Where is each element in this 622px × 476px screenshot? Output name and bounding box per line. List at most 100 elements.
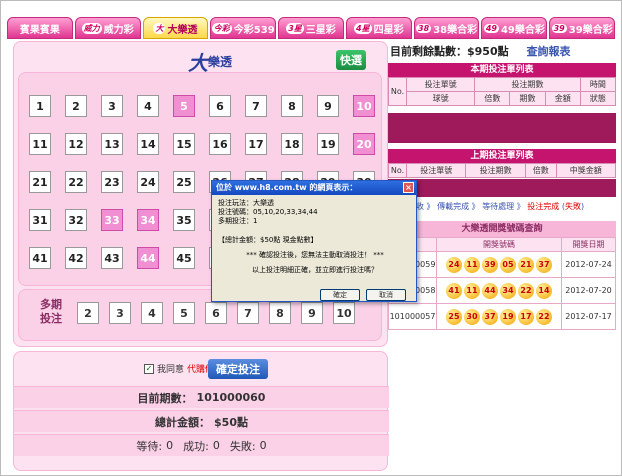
number-23[interactable]: 23 [101,171,123,193]
tab-label: 大樂透 [167,24,198,36]
number-13[interactable]: 13 [101,133,123,155]
multi-period-10[interactable]: 10 [333,302,355,324]
last-col-prize: 中獎金額 [555,163,617,178]
number-2[interactable]: 2 [65,95,87,117]
col-status: 狀態 [579,91,617,106]
tab-label: 威力彩 [103,24,134,36]
number-25[interactable]: 25 [173,171,195,193]
tab-1[interactable]: 威力 威力彩 [74,17,141,39]
legend-complete: 投注完成 [527,202,560,211]
number-10[interactable]: 10 [353,95,375,117]
dialog-body: 投注玩法：大樂透 投注號碼：05,10,20,33,34,44 多期投注：1 【… [218,199,412,275]
close-icon[interactable]: × [403,182,414,193]
draw-row: 1010000592411390521372012-07-24 [388,251,616,278]
draw-date: 2012-07-17 [561,303,616,330]
number-18[interactable]: 18 [281,133,303,155]
last-bets-heading: 上期投注單列表 [388,149,616,163]
logo-small: 樂透 [208,54,233,69]
dialog-cancel-button[interactable]: 取消 [366,289,406,301]
number-3[interactable]: 3 [101,95,123,117]
number-33[interactable]: 33 [101,209,123,231]
number-4[interactable]: 4 [137,95,159,117]
tab-5[interactable]: 4星 四星彩 [345,17,412,39]
agree-text: 我同意 [157,365,185,375]
number-9[interactable]: 9 [317,95,339,117]
success-label: 成功: [183,439,209,453]
number-5[interactable]: 5 [173,95,195,117]
number-6[interactable]: 6 [209,95,231,117]
agree-checkbox[interactable]: ✓ [144,363,154,374]
number-44[interactable]: 44 [137,247,159,269]
success-value: 0 [212,439,220,452]
tab-badge: 39 [551,23,567,33]
number-41[interactable]: 41 [29,247,51,269]
tab-badge: 38 [416,23,432,33]
number-11[interactable]: 11 [29,133,51,155]
last-col-no: No. [388,163,407,178]
number-35[interactable]: 35 [173,209,195,231]
number-14[interactable]: 14 [137,133,159,155]
number-15[interactable]: 15 [173,133,195,155]
dialog-line-total: 【總計金額：$50點 現金點數】 [218,236,318,244]
points-balance: 目前剩餘點數：$950點 查詢報表 [390,43,570,59]
multi-period-4[interactable]: 4 [141,302,163,324]
multi-period-9[interactable]: 9 [301,302,323,324]
period-row: 目前期數： 101000060 [14,386,389,408]
tab-0[interactable]: 賓果賓果 [7,17,73,39]
tab-8[interactable]: 39 39樂合彩 [549,17,616,39]
multi-period-3[interactable]: 3 [109,302,131,324]
number-34[interactable]: 34 [137,209,159,231]
tab-label: 49樂合彩 [500,24,545,36]
tab-label: 今彩539 [233,24,275,36]
dialog-ok-button[interactable]: 確定 [320,289,360,301]
tab-4[interactable]: 3星 三星彩 [278,17,344,39]
period-label: 目前期數： [137,391,193,405]
multi-period-7[interactable]: 7 [237,302,259,324]
last-col-multiple: 倍數 [524,163,557,178]
status-legend: 等待接收 》 傳載完成 》 等待處理 》 投注完成 (失敗) [392,201,584,212]
draw-balls: 24 11 39 05 21 37 [436,251,562,278]
tab-7[interactable]: 49 49樂合彩 [481,17,548,39]
tab-3[interactable]: 今彩 今彩539 [210,17,277,39]
number-8[interactable]: 8 [281,95,303,117]
tab-label: 38樂合彩 [433,24,478,36]
tab-2[interactable]: 大大樂透 [142,17,209,39]
number-42[interactable]: 42 [65,247,87,269]
last-bets-table: No. 投注單號 投注期數 倍數 中獎金額 [388,163,617,178]
report-link[interactable]: 查詢報表 [526,45,570,58]
quick-pick-button[interactable]: 快選 [336,50,366,70]
ball-24: 24 [446,256,462,273]
waiting-label: 等待: [136,439,163,453]
multi-period-8[interactable]: 8 [269,302,291,324]
number-31[interactable]: 31 [29,209,51,231]
number-32[interactable]: 32 [65,209,87,231]
legend-processing: 等待處理 [482,202,515,211]
multi-label-line1: 多期 [40,298,62,311]
number-17[interactable]: 17 [245,133,267,155]
ball-22: 22 [518,282,534,299]
tab-badge: 威力 [81,22,102,34]
number-22[interactable]: 22 [65,171,87,193]
number-43[interactable]: 43 [101,247,123,269]
total-label: 總計金額： [155,415,211,429]
multi-period-5[interactable]: 5 [173,302,195,324]
number-1[interactable]: 1 [29,95,51,117]
number-20[interactable]: 20 [353,133,375,155]
multi-period-2[interactable]: 2 [77,302,99,324]
dialog-line-multi: 多期投注：1 [218,217,258,225]
number-19[interactable]: 19 [317,133,339,155]
draw-col-date: 開獎日期 [561,237,616,252]
number-16[interactable]: 16 [209,133,231,155]
draw-date: 2012-07-20 [561,277,616,304]
draw-results-table: 開獎號碼 開獎日期 1010000592411390521372012-07-2… [388,237,616,330]
number-12[interactable]: 12 [65,133,87,155]
number-24[interactable]: 24 [137,171,159,193]
tab-label: 三星彩 [305,24,336,36]
number-7[interactable]: 7 [245,95,267,117]
number-21[interactable]: 21 [29,171,51,193]
ball-22: 22 [536,308,552,325]
multi-period-6[interactable]: 6 [205,302,227,324]
number-45[interactable]: 45 [173,247,195,269]
tab-6[interactable]: 38 38樂合彩 [413,17,480,39]
confirm-bet-button[interactable]: 確定投注 [208,359,268,379]
